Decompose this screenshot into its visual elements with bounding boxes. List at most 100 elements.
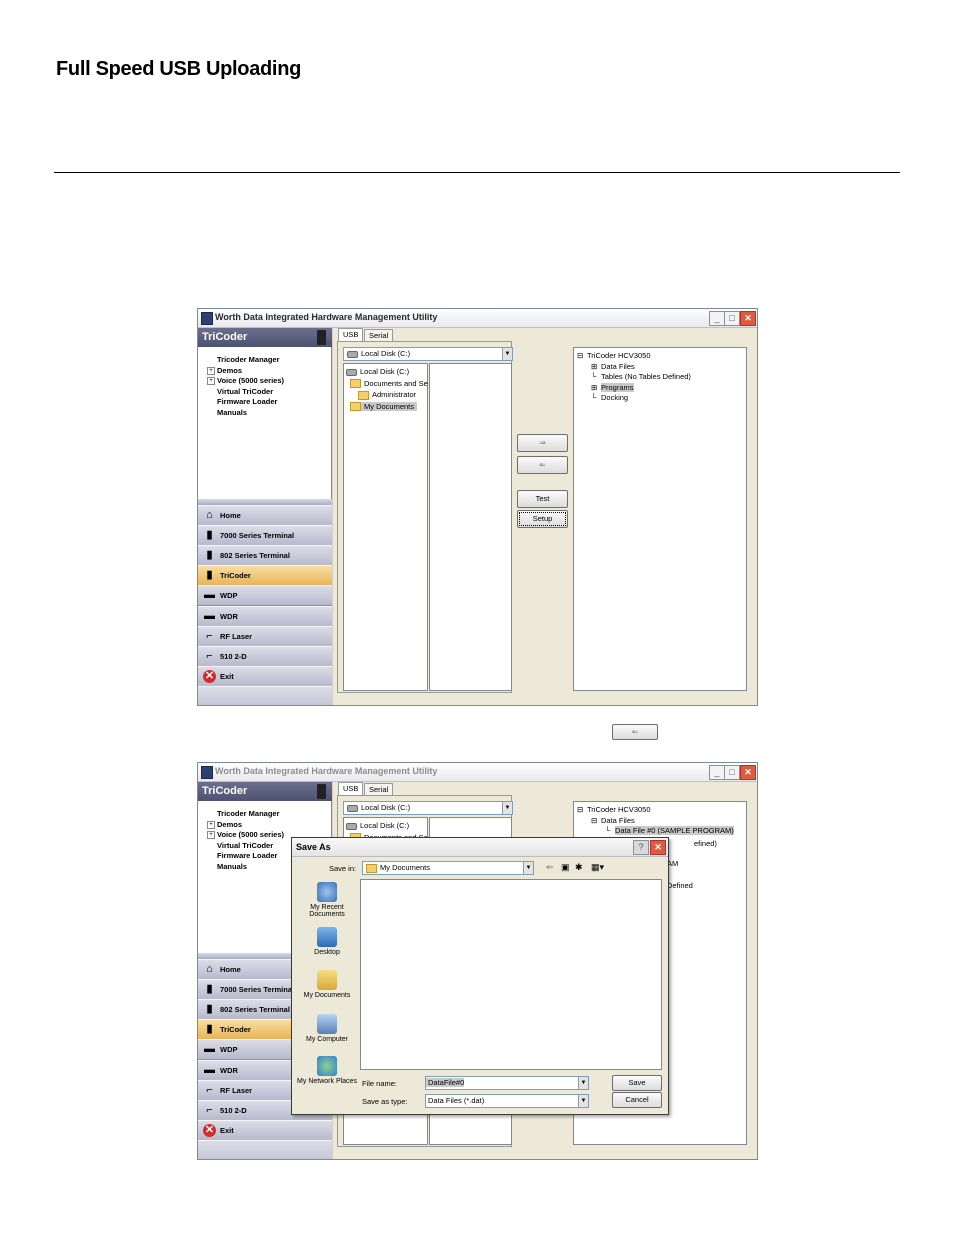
tree-item[interactable]: + Voice (5000 series)	[207, 830, 284, 840]
expand-icon[interactable]: +	[207, 831, 215, 840]
device-tree-item[interactable]: ⊞ Programs	[591, 382, 634, 392]
save-in-combo[interactable]: My Documents ▼	[362, 861, 534, 875]
nav-button-label: Home	[220, 965, 241, 974]
minimize-icon[interactable]: _	[709, 311, 725, 326]
chevron-down-icon[interactable]: ▼	[502, 348, 512, 360]
minimize-icon[interactable]: _	[709, 765, 725, 780]
nav-button[interactable]: ⌂ Home	[198, 505, 332, 526]
nav-button[interactable]: ▬ WDP	[198, 585, 332, 607]
place-label: My Recent Documents	[309, 904, 345, 918]
views-menu-icon[interactable]: ▦▾	[591, 862, 604, 873]
drive-combo[interactable]: Local Disk (C:) ▼	[343, 347, 513, 361]
tab-usb[interactable]: USB	[338, 328, 364, 342]
chevron-down-icon[interactable]: ▼	[578, 1095, 588, 1107]
nav-button-label: RF Laser	[220, 1085, 253, 1095]
tree-item[interactable]: + Demos	[207, 366, 242, 375]
device-tree-item[interactable]: └ Docking	[591, 393, 628, 402]
feature-tree: Tricoder Manager + Demos + Voice (5000 serie…	[198, 347, 332, 499]
new-folder-icon[interactable]: ✱	[575, 862, 583, 873]
cancel-button[interactable]: Cancel	[612, 1092, 662, 1108]
tree-item[interactable]: Tricoder Manager	[217, 809, 280, 818]
folder-tree-pane[interactable]: Local Disk (C:) Documents and Se Administr…	[343, 363, 428, 691]
close-icon[interactable]: ✕	[740, 765, 756, 780]
nav-button[interactable]: ⌐ RF Laser	[198, 625, 332, 647]
upload-arrow-button[interactable]: ⇒	[517, 434, 568, 452]
chevron-down-icon[interactable]: ▼	[502, 802, 512, 814]
device-tree-item[interactable]: ⊟ Data Files	[591, 816, 635, 825]
nav-button[interactable]: ✕ Exit	[198, 1119, 332, 1141]
tree-item[interactable]: + Voice (5000 series)	[207, 376, 284, 386]
tree-item-label: Manuals	[217, 862, 248, 871]
help-icon[interactable]: ?	[633, 840, 649, 855]
nav-button[interactable]: ▬ WDR	[198, 605, 332, 627]
device-tree-item[interactable]: └ Tables (No Tables Defined)	[591, 372, 691, 381]
folder-item[interactable]: Administrator	[358, 390, 416, 400]
place-my-recent-documents[interactable]: My Recent Documents	[297, 882, 357, 918]
tree-item-label: Virtual TriCoder	[217, 840, 274, 850]
file-name-input[interactable]: DataFile#0 ▼	[425, 1076, 589, 1090]
collapse-icon[interactable]: ⊟	[577, 805, 587, 814]
wand-icon: ▬	[204, 589, 215, 602]
back-icon[interactable]: ⇐	[546, 862, 554, 873]
tree-item[interactable]: Manuals	[217, 862, 247, 871]
tree-item[interactable]: Virtual TriCoder	[217, 841, 273, 850]
tree-item-label: Voice (5000 series)	[217, 376, 284, 386]
folder-item[interactable]: My Documents	[350, 401, 418, 412]
drive-combo[interactable]: Local Disk (C:) ▼	[343, 801, 513, 815]
device-tree-item[interactable]: ⊞ Data Files	[591, 362, 635, 371]
folder-item-label: Local Disk (C:)	[360, 367, 410, 376]
device-tree-pane[interactable]: ⊟ TriCoder HCV3050 ⊞ Data Files └ Tables (No …	[573, 347, 747, 691]
setup-button[interactable]: Setup	[517, 510, 568, 528]
file-browser-area[interactable]	[360, 879, 662, 1070]
tree-item[interactable]: Virtual TriCoder	[217, 387, 273, 396]
maximize-icon[interactable]: □	[724, 765, 740, 780]
expand-icon[interactable]: +	[207, 366, 215, 375]
left-panel: TriCoder Tricoder Manager + Demos + Voice (5…	[198, 328, 332, 705]
expand-icon[interactable]: +	[207, 377, 215, 386]
collapse-icon[interactable]: ⊟	[577, 351, 587, 360]
download-arrow-button[interactable]: ⇐	[517, 456, 568, 474]
tree-item[interactable]: Firmware Loader	[217, 397, 277, 406]
device-tree-item[interactable]: ⊟ TriCoder HCV3050	[577, 805, 651, 814]
nav-button[interactable]: ▮ TriCoder	[198, 565, 332, 587]
tree-item[interactable]: Manuals	[217, 408, 247, 417]
scanner-gun-icon: ⌐	[206, 1103, 213, 1116]
tree-item[interactable]: + Demos	[207, 820, 242, 829]
close-icon[interactable]: ✕	[650, 840, 666, 855]
tree-item[interactable]: Tricoder Manager	[217, 355, 280, 364]
expand-icon[interactable]: +	[207, 820, 215, 829]
tab-usb[interactable]: USB	[338, 782, 364, 796]
up-folder-icon[interactable]: ▣	[561, 862, 570, 873]
device-tree-label: Tables (No Tables Defined)	[601, 372, 691, 382]
place-desktop[interactable]: Desktop	[297, 927, 357, 956]
place-my-computer[interactable]: My Computer	[297, 1014, 357, 1043]
folder-item[interactable]: Local Disk (C:)	[346, 821, 409, 830]
close-icon[interactable]: ✕	[740, 311, 756, 326]
test-button[interactable]: Test	[517, 490, 568, 508]
expand-icon[interactable]: ⊞	[591, 362, 601, 371]
collapse-icon[interactable]: ⊟	[591, 816, 601, 825]
maximize-icon[interactable]: □	[724, 311, 740, 326]
nav-button[interactable]: ✕ Exit	[198, 665, 332, 687]
device-tree-item[interactable]: ⊟ TriCoder HCV3050	[577, 351, 651, 360]
save-as-type-label: Save as type:	[362, 1097, 408, 1106]
place-my-network-places[interactable]: My Network Places	[297, 1056, 357, 1085]
save-button[interactable]: Save	[612, 1075, 662, 1091]
folder-item[interactable]: Documents and Se	[350, 379, 428, 389]
nav-button[interactable]: ⌐ 510 2-D	[198, 645, 332, 667]
tree-item[interactable]: Firmware Loader	[217, 851, 277, 860]
expand-icon[interactable]: ⊞	[591, 383, 601, 392]
file-list-pane[interactable]	[429, 363, 512, 691]
chevron-down-icon[interactable]: ▼	[578, 1077, 588, 1089]
nav-button[interactable]: ▮ 7000 Series Terminal	[198, 525, 332, 547]
chevron-down-icon[interactable]: ▼	[523, 862, 533, 874]
device-tree-item[interactable]: └ Data File #0 (SAMPLE PROGRAM)	[605, 826, 734, 836]
nav-button[interactable]: ▮ 802 Series Terminal	[198, 545, 332, 567]
device-tree-fragment: Defined	[667, 881, 693, 890]
folder-item[interactable]: Local Disk (C:)	[346, 367, 409, 376]
save-as-type-combo[interactable]: Data Files (*.dat) ▼	[425, 1094, 589, 1108]
left-panel-title: TriCoder	[202, 331, 248, 343]
folder-icon	[358, 390, 369, 400]
tree-item-label: Tricoder Manager	[217, 355, 280, 364]
place-my-documents[interactable]: My Documents	[297, 970, 357, 999]
